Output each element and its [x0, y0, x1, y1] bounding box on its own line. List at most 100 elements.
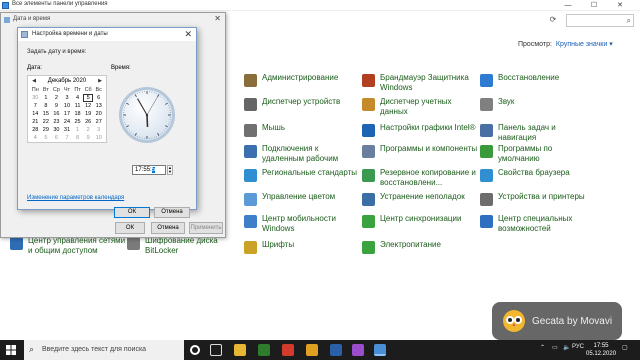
cortana-icon[interactable]	[190, 345, 200, 355]
calendar-day[interactable]: 1	[72, 126, 83, 134]
datetime-cancel-button[interactable]: Отмена	[151, 222, 185, 234]
cp-item[interactable]: Диспетчер устройств	[244, 97, 360, 111]
time-settings-close-icon[interactable]: ✕	[184, 29, 192, 40]
taskbar-search[interactable]: ⌕ Введите здесь текст для поиска	[24, 340, 184, 360]
cp-item[interactable]: Звук	[480, 97, 596, 111]
time-hour[interactable]: 17	[135, 167, 142, 173]
calendar-day[interactable]: 11	[72, 102, 83, 110]
notifications-icon[interactable]: ▢	[622, 344, 628, 351]
calendar-day[interactable]: 16	[51, 110, 62, 118]
language-indicator[interactable]: РУС	[572, 344, 584, 350]
calendar-day[interactable]: 6	[51, 134, 62, 142]
prev-month-icon[interactable]: ◀	[30, 76, 38, 86]
calendar-day[interactable]: 15	[41, 110, 52, 118]
yandex-browser-icon[interactable]	[282, 344, 294, 356]
cp-item[interactable]: Региональные стандарты	[244, 168, 360, 182]
calendar-day[interactable]: 20	[93, 110, 104, 118]
search-input[interactable]: ⌕	[566, 14, 634, 27]
cp-item[interactable]: Брандмауэр Защитника Windows	[362, 73, 478, 93]
maximize-icon[interactable]: ☐	[582, 0, 606, 11]
calendar-day[interactable]: 4	[72, 94, 83, 102]
calendar-settings-link[interactable]: Изменение параметров календаря	[27, 195, 124, 201]
cp-item[interactable]: Панель задач и навигация	[480, 123, 596, 143]
cp-item[interactable]: Настройки графики Intel®	[362, 123, 478, 137]
cp-item[interactable]: Мышь	[244, 123, 360, 137]
task-view-icon[interactable]	[210, 344, 222, 356]
calendar-day[interactable]: 30	[51, 126, 62, 134]
calendar-day[interactable]: 22	[41, 118, 52, 126]
volume-icon[interactable]: 🔈	[563, 344, 570, 351]
calendar-day[interactable]: 14	[30, 110, 41, 118]
cp-item[interactable]: Программы по умолчанию	[480, 144, 596, 164]
time-spinner[interactable]: ▲ ▼	[167, 165, 173, 175]
close-icon[interactable]: ✕	[608, 0, 632, 11]
calendar-day[interactable]: 10	[62, 102, 73, 110]
cp-item[interactable]: Свойства браузера	[480, 168, 596, 182]
time-minute[interactable]: 55	[143, 167, 150, 173]
calendar-day[interactable]: 24	[62, 118, 73, 126]
app-icon-purple[interactable]	[352, 344, 364, 356]
calendar-day[interactable]: 18	[72, 110, 83, 118]
app-icon-blue[interactable]	[330, 344, 342, 356]
time-second[interactable]: 5	[151, 167, 156, 173]
cp-item[interactable]: Устранение неполадок	[362, 192, 478, 206]
calendar-month[interactable]: Декабрь 2020	[48, 78, 86, 84]
calendar-day[interactable]: 28	[30, 126, 41, 134]
calendar-day[interactable]: 9	[51, 102, 62, 110]
time-input[interactable]: 17:55:5	[132, 165, 166, 175]
calendar-day[interactable]: 8	[41, 102, 52, 110]
calendar-day[interactable]: 6	[93, 94, 104, 102]
calendar-day[interactable]: 25	[72, 118, 83, 126]
datetime-ok-button[interactable]: ОК	[115, 222, 145, 234]
cp-item[interactable]: Диспетчер учетных данных	[362, 97, 478, 117]
cp-item[interactable]: Центр специальных возможностей	[480, 214, 596, 234]
calendar-day[interactable]: 21	[30, 118, 41, 126]
cp-item[interactable]: Управление цветом	[244, 192, 360, 206]
control-panel-taskbar-icon[interactable]	[374, 344, 386, 356]
calendar-day[interactable]: 7	[62, 134, 73, 142]
calendar-day[interactable]: 9	[83, 134, 94, 142]
cp-item[interactable]: Шифрование диска BitLocker	[127, 236, 243, 256]
calendar-day[interactable]: 4	[30, 134, 41, 142]
time-settings-ok-button[interactable]: ОК	[114, 207, 150, 218]
cp-item[interactable]: Центр управления сетями и общим доступом	[10, 236, 126, 256]
calendar-day[interactable]: 3	[62, 94, 73, 102]
calendar-day[interactable]: 5	[41, 134, 52, 142]
windows-start-icon[interactable]	[6, 345, 16, 355]
calendar-day[interactable]: 19	[83, 110, 94, 118]
cp-item[interactable]: Шрифты	[244, 240, 360, 254]
cp-item[interactable]: Электропитание	[362, 240, 478, 254]
refresh-icon[interactable]: ⟳	[548, 15, 558, 25]
calendar-day[interactable]: 12	[83, 102, 94, 110]
cp-item[interactable]: Устройства и принтеры	[480, 192, 596, 206]
cp-item[interactable]: Центр мобильности Windows	[244, 214, 360, 234]
cp-item[interactable]: Программы и компоненты	[362, 144, 478, 158]
file-explorer-icon[interactable]	[234, 344, 246, 356]
cp-item[interactable]: Подключения к удаленным рабочим	[244, 144, 360, 164]
next-month-icon[interactable]: ▶	[96, 76, 104, 86]
view-dropdown[interactable]: Крупные значки ▾	[556, 41, 613, 48]
network-icon[interactable]: ▭	[552, 344, 558, 351]
calendar-day[interactable]: 7	[30, 102, 41, 110]
cp-item[interactable]: Центр синхронизации	[362, 214, 478, 228]
calendar-day[interactable]: 29	[41, 126, 52, 134]
calendar-day[interactable]: 2	[51, 94, 62, 102]
calendar-day[interactable]: 17	[62, 110, 73, 118]
calendar-day[interactable]: 26	[83, 118, 94, 126]
calendar-day[interactable]: 5	[82, 94, 94, 102]
cp-item[interactable]: Администрирование	[244, 73, 360, 87]
calendar-day[interactable]: 31	[62, 126, 73, 134]
calendar-day[interactable]: 27	[93, 118, 104, 126]
minimize-icon[interactable]: —	[556, 0, 580, 11]
app-icon-green[interactable]	[258, 344, 270, 356]
calendar-day[interactable]: 30	[30, 94, 41, 102]
app-icon-orange[interactable]	[306, 344, 318, 356]
calendar-day[interactable]: 8	[72, 134, 83, 142]
cp-item[interactable]: Резервное копирование и восстановлени...	[362, 168, 478, 188]
calendar-day[interactable]: 3	[93, 126, 104, 134]
calendar-day[interactable]: 13	[93, 102, 104, 110]
time-settings-cancel-button[interactable]: Отмена	[154, 207, 190, 218]
calendar-day[interactable]: 1	[41, 94, 52, 102]
calendar-day[interactable]: 10	[93, 134, 104, 142]
tray-chevron-icon[interactable]: ⌃	[540, 344, 545, 351]
